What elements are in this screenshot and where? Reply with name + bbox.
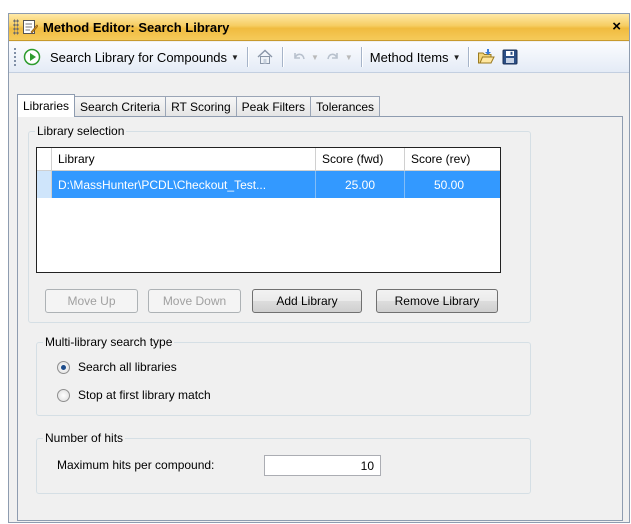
multi-library-title: Multi-library search type [43,335,175,349]
max-hits-label: Maximum hits per compound: [57,458,215,472]
number-of-hits-title: Number of hits [43,431,126,445]
method-editor-icon [23,20,38,34]
stop-first-label: Stop at first library match [78,388,211,402]
open-button[interactable] [474,45,498,69]
open-folder-icon [478,49,496,64]
toolbar-separator [360,47,362,67]
run-dropdown-arrow-icon[interactable]: ▼ [231,53,239,62]
library-grid[interactable]: Library Score (fwd) Score (rev) D:\MassH… [36,147,501,273]
radio-search-all[interactable] [57,360,70,374]
search-all-label: Search all libraries [78,360,177,374]
search-all-libraries-option[interactable]: Search all libraries [57,360,177,374]
run-search-button[interactable]: Search Library for Compounds ▼ [20,45,242,69]
redo-dropdown-arrow-icon[interactable]: ▼ [345,53,353,62]
col-header-score-fwd[interactable]: Score (fwd) [316,148,405,170]
save-icon [502,49,518,65]
max-hits-input[interactable] [264,455,381,476]
col-header-library[interactable]: Library [52,148,316,170]
multi-library-group: Multi-library search type [36,335,531,416]
toolbar-separator [281,47,283,67]
method-items-button[interactable]: Method Items ▼ [367,45,464,69]
run-search-label: Search Library for Compounds [50,49,228,65]
radio-stop-first[interactable] [57,388,70,402]
stop-at-first-match-option[interactable]: Stop at first library match [57,388,211,402]
add-library-button[interactable]: Add Library [252,289,362,313]
toolbar-separator [246,47,248,67]
row-header-corner [37,148,52,170]
tab-tolerances[interactable]: Tolerances [310,96,381,117]
library-selection-title: Library selection [35,124,127,138]
tab-search-criteria[interactable]: Search Criteria [74,96,167,117]
method-items-dropdown-arrow-icon[interactable]: ▼ [453,53,461,62]
undo-dropdown-arrow-icon[interactable]: ▼ [311,53,319,62]
toolbar-grip[interactable] [13,47,17,67]
table-row[interactable]: D:\MassHunter\PCDL\Checkout_Test... 25.0… [37,171,500,198]
close-button[interactable]: × [612,18,621,35]
move-down-button[interactable]: Move Down [148,289,241,313]
redo-icon [327,53,338,60]
toolbar: Search Library for Compounds ▼ ▼ ▼ Metho… [9,42,629,73]
col-header-score-rev[interactable]: Score (rev) [405,148,493,170]
tab-libraries[interactable]: Libraries [17,94,76,117]
redo-button[interactable]: ▼ [322,45,356,69]
title-bar: Method Editor: Search Library × [9,14,629,41]
tab-peak-filters[interactable]: Peak Filters [235,96,312,117]
window-title: Method Editor: Search Library [43,19,230,35]
save-button[interactable] [498,45,522,69]
undo-button[interactable]: ▼ [288,45,322,69]
home-icon [257,49,273,64]
home-button[interactable] [253,45,277,69]
play-icon [23,48,41,66]
tab-strip: Libraries Search Criteria RT Scoring Pea… [17,94,381,117]
cell-score-rev[interactable]: 50.00 [405,171,493,198]
undo-icon [294,53,305,60]
row-selector[interactable] [37,171,52,198]
tab-rt-scoring[interactable]: RT Scoring [165,96,237,117]
move-up-button[interactable]: Move Up [45,289,138,313]
title-grip[interactable] [13,19,19,35]
cell-score-fwd[interactable]: 25.00 [316,171,405,198]
toolbar-separator [468,47,470,67]
cell-library[interactable]: D:\MassHunter\PCDL\Checkout_Test... [52,171,316,198]
remove-library-button[interactable]: Remove Library [376,289,498,313]
library-grid-header: Library Score (fwd) Score (rev) [37,148,500,171]
method-items-label: Method Items [369,49,449,65]
